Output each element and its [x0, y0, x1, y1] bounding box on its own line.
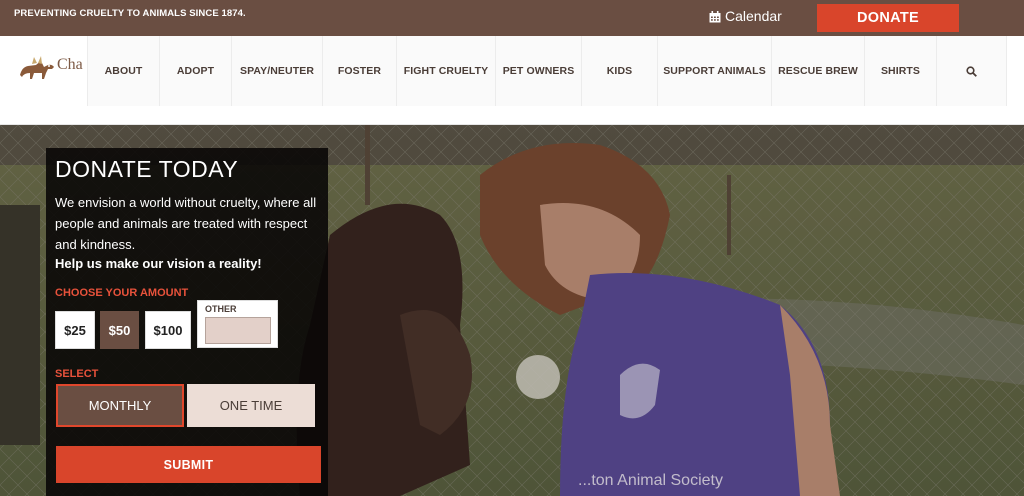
one-time-option[interactable]: ONE TIME [187, 384, 315, 427]
nav-item-rescue-brew[interactable]: RESCUE BREW [771, 36, 864, 106]
nav-item-adopt[interactable]: ADOPT [159, 36, 231, 106]
monthly-option[interactable]: MONTHLY [56, 384, 184, 427]
main-header: Cha ABOUT ADOPT SPAY/NEUTER FOSTER FIGHT… [0, 36, 1024, 125]
other-amount-label: OTHER [205, 304, 237, 314]
amount-25-button[interactable]: $25 [55, 311, 95, 349]
other-amount-box: OTHER [197, 300, 278, 348]
donate-title: DONATE TODAY [55, 156, 239, 182]
amount-50-button[interactable]: $50 [100, 311, 139, 349]
choose-amount-label: CHOOSE YOUR AMOUNT [55, 287, 189, 299]
logo[interactable]: Cha [18, 52, 88, 82]
nav-item-foster[interactable]: FOSTER [322, 36, 396, 106]
top-bar: PREVENTING CRUELTY TO ANIMALS SINCE 1874… [0, 0, 1024, 36]
logo-animals-icon [20, 56, 54, 79]
nav-search-button[interactable] [936, 36, 1007, 106]
nav-item-kids[interactable]: KIDS [581, 36, 657, 106]
nav-item-shirts[interactable]: SHIRTS [864, 36, 936, 106]
calendar-icon [709, 10, 721, 23]
logo-text: Cha [57, 56, 83, 73]
amount-100-button[interactable]: $100 [145, 311, 191, 349]
calendar-link[interactable]: Calendar [709, 8, 782, 24]
calendar-label: Calendar [725, 8, 782, 24]
submit-button[interactable]: SUBMIT [56, 446, 321, 483]
search-icon [966, 65, 977, 77]
nav-item-pet-owners[interactable]: PET OWNERS [495, 36, 581, 106]
primary-nav: ABOUT ADOPT SPAY/NEUTER FOSTER FIGHT CRU… [87, 36, 1007, 106]
select-frequency-label: SELECT [55, 368, 99, 380]
other-amount-input[interactable] [205, 317, 271, 344]
nav-item-fight-cruelty[interactable]: FIGHT CRUELTY [396, 36, 495, 106]
nav-item-support-animals[interactable]: SUPPORT ANIMALS [657, 36, 771, 106]
nav-item-spay-neuter[interactable]: SPAY/NEUTER [231, 36, 322, 106]
donate-cta: Help us make our vision a reality! [55, 256, 262, 271]
donate-description: We envision a world without cruelty, whe… [55, 195, 317, 252]
donate-panel: DONATE TODAY We envision a world without… [46, 148, 328, 496]
nav-item-about[interactable]: ABOUT [87, 36, 159, 106]
tagline: PREVENTING CRUELTY TO ANIMALS SINCE 1874… [14, 8, 246, 19]
donate-button[interactable]: DONATE [817, 4, 959, 32]
